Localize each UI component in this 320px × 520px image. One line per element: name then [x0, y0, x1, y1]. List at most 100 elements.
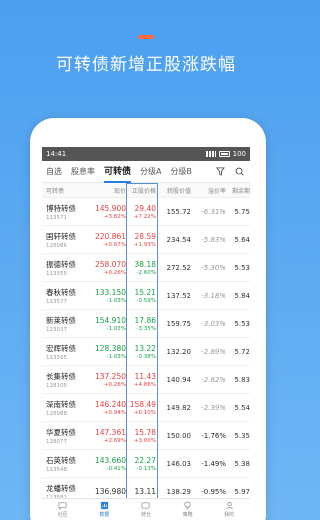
- bond-name: 龙蟠转债: [46, 483, 76, 493]
- tab-watchlist[interactable]: 自选: [46, 161, 62, 183]
- bond-code: 113555: [46, 270, 67, 277]
- table-row[interactable]: 博特转债 113571 145.900 +3.82% 29.40 +7.22% 155.72…: [42, 198, 250, 226]
- filter-icon[interactable]: [216, 167, 225, 176]
- bond-name: 新莱转债: [46, 315, 76, 325]
- tab-grade-a[interactable]: 分级A: [140, 161, 161, 183]
- bond-price-change: +0.67%: [103, 241, 126, 248]
- bond-table: 博特转债 113571 145.900 +3.82% 29.40 +7.22% 155.72…: [42, 198, 250, 506]
- nav-strategy[interactable]: 策略: [183, 501, 193, 518]
- col-stock-price[interactable]: 正股价格: [128, 186, 158, 195]
- premium-rate: -5.30%: [201, 263, 226, 272]
- nav-community[interactable]: 社区: [58, 501, 68, 518]
- bond-price-change: +0.26%: [103, 269, 126, 276]
- remaining-term: 5.83: [234, 375, 250, 384]
- bond-price-change: +0.26%: [103, 381, 126, 388]
- promo-title: 可转债新增正股涨跌幅: [56, 55, 236, 75]
- remaining-term: 5.75: [234, 207, 250, 216]
- bond-name: 宏辉转债: [46, 343, 76, 353]
- remaining-term: 5.53: [234, 263, 250, 272]
- bond-name: 长集转债: [46, 371, 76, 381]
- chat-icon: [58, 502, 67, 510]
- stock-price: 29.40: [134, 203, 156, 213]
- remaining-term: 5.84: [234, 291, 250, 300]
- conversion-value: 140.94: [166, 375, 192, 384]
- stock-price-change: -0.13%: [136, 465, 156, 472]
- premium-rate: -3.03%: [201, 319, 226, 328]
- remaining-term: 5.35: [234, 431, 250, 440]
- table-row[interactable]: 春秋转债 113577 133.150 -1.03% 15.21 -0.59% 137.52…: [42, 282, 250, 310]
- table-row[interactable]: 国轩转债 128086 220.861 +0.67% 28.59 +1.93% 234.54…: [42, 226, 250, 254]
- bond-name: 博特转债: [46, 203, 76, 213]
- bond-price-change: -1.03%: [106, 297, 126, 304]
- table-row[interactable]: 深南转债 128088 146.240 +0.94% 158.49 +0.10% 149.8…: [42, 394, 250, 422]
- table-row[interactable]: 华夏转债 128077 147.361 +2.69% 15.78 +3.00% 150.00…: [42, 422, 250, 450]
- table-row[interactable]: 长集转债 128105 137.250 +0.26% 11.43 +4.86% 140.94…: [42, 366, 250, 394]
- conversion-value: 272.52: [166, 263, 192, 272]
- bond-code: 128088: [46, 410, 67, 417]
- stock-price: 158.49: [129, 399, 156, 409]
- stock-price-change: +0.10%: [133, 409, 156, 416]
- bond-price: 146.240: [94, 399, 126, 409]
- premium-rate: -3.18%: [201, 291, 226, 300]
- bond-code: 113548: [46, 466, 67, 473]
- table-row[interactable]: 石英转债 113548 143.660 -0.41% 22.27 -0.13% 146.03…: [42, 450, 250, 478]
- conversion-value: 159.75: [166, 319, 192, 328]
- nav-data[interactable]: 数据: [99, 501, 109, 518]
- bond-name: 振德转债: [46, 259, 76, 269]
- premium-rate: -0.95%: [201, 487, 226, 496]
- bond-name: 华夏转债: [46, 427, 76, 437]
- premium-rate: -1.76%: [201, 431, 226, 440]
- premium-rate: -2.62%: [201, 375, 226, 384]
- tab-dividend[interactable]: 股息率: [71, 161, 95, 183]
- bond-price-change: -1.03%: [106, 325, 126, 332]
- remaining-term: 5.38: [234, 459, 250, 468]
- stock-price: 13.22: [134, 343, 156, 353]
- stock-price-change: -0.38%: [136, 353, 156, 360]
- stock-price-change: -0.59%: [136, 297, 156, 304]
- bond-name: 深南转债: [46, 399, 76, 409]
- bond-name: 石英转债: [46, 455, 76, 465]
- remaining-term: 5.54: [234, 403, 250, 412]
- nav-profile[interactable]: 我的: [224, 501, 234, 518]
- stock-price-change: +1.93%: [133, 241, 156, 248]
- bond-price: 137.250: [94, 371, 126, 381]
- premium-rate: -1.49%: [201, 459, 226, 468]
- col-conversion-value[interactable]: 转股价值: [158, 186, 195, 195]
- stock-price: 11.43: [134, 371, 156, 381]
- stock-price-change: +7.22%: [133, 213, 156, 220]
- tab-bar: 自选 股息率 可转债 分级A 分级B: [42, 161, 250, 183]
- conversion-value: 132.20: [166, 347, 192, 356]
- nav-holdings[interactable]: 持仓: [141, 501, 151, 518]
- bond-price: 145.900: [94, 203, 126, 213]
- search-icon[interactable]: [235, 167, 244, 176]
- col-remaining[interactable]: 剩余期: [229, 186, 250, 195]
- user-icon: [225, 501, 233, 510]
- bond-price-change: +2.69%: [103, 437, 126, 444]
- bond-price: 143.660: [94, 455, 126, 465]
- col-premium[interactable]: 溢价率: [195, 186, 229, 195]
- bond-price-change: +0.94%: [103, 409, 126, 416]
- table-row[interactable]: 新莱转债 123037 154.910 -1.03% 17.86 -3.35% 159.75…: [42, 310, 250, 338]
- tab-grade-b[interactable]: 分级B: [171, 161, 193, 183]
- col-bond[interactable]: 可转债: [42, 186, 92, 195]
- premium-rate: -2.89%: [201, 347, 226, 356]
- stock-price: 13.11: [134, 486, 156, 496]
- conversion-value: 234.54: [166, 235, 192, 244]
- stock-price-change: +4.86%: [133, 381, 156, 388]
- stock-price: 15.21: [134, 287, 156, 297]
- table-row[interactable]: 振德转债 113555 258.070 +0.26% 38.18 -2.60% 272.52…: [42, 254, 250, 282]
- signal-icon: [205, 151, 216, 157]
- remaining-term: 5.64: [234, 235, 250, 244]
- battery-level: 100: [232, 150, 246, 158]
- premium-rate: -6.31%: [201, 207, 226, 216]
- col-price[interactable]: 现价: [92, 186, 128, 195]
- bottom-nav: 社区 数据 持仓 策略 我的: [42, 498, 250, 520]
- table-row[interactable]: 宏辉转债 113565 128.380 -1.03% 13.22 -0.38% 132.20…: [42, 338, 250, 366]
- bond-price: 136.980: [94, 486, 126, 496]
- premium-rate: -5.83%: [201, 235, 226, 244]
- stock-price: 38.18: [134, 259, 156, 269]
- accent-bar: [138, 35, 154, 39]
- remaining-term: 5.53: [234, 319, 250, 328]
- tab-convertible[interactable]: 可转债: [104, 161, 132, 183]
- conversion-value: 138.29: [166, 487, 192, 496]
